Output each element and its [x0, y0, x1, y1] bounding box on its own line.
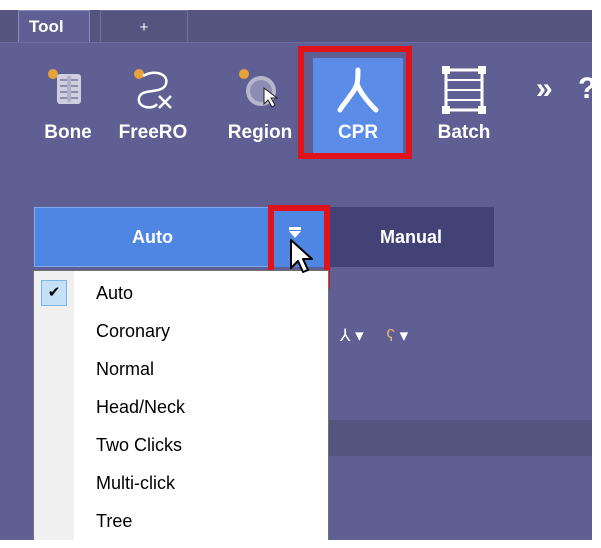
menu-item-label: Two Clicks	[96, 435, 183, 455]
tab-add[interactable]: +	[100, 10, 188, 42]
panel-divider-band	[328, 420, 592, 456]
bone-tool-label: Bone	[44, 122, 92, 143]
batch-tool-button[interactable]: Batch	[425, 58, 503, 158]
branch-tool-icon[interactable]: ⅄ ▾	[340, 326, 364, 345]
menu-item-coronary[interactable]: Coronary	[34, 314, 328, 350]
auto-mode-label: Auto	[132, 226, 173, 247]
more-tools-button[interactable]: »	[536, 72, 553, 106]
menu-item-label: Auto	[96, 283, 134, 303]
auto-mode-button[interactable]: Auto	[34, 207, 271, 267]
menu-item-two-clicks[interactable]: Two Clicks	[34, 428, 328, 464]
menu-item-label: Normal	[96, 359, 155, 379]
bone-tool-button[interactable]: Bone	[36, 58, 100, 158]
menu-item-tree[interactable]: Tree	[34, 504, 328, 540]
tab-tool[interactable]: Tool	[18, 10, 90, 42]
menu-item-label: Coronary	[96, 321, 171, 341]
bottom-margin	[0, 540, 601, 548]
help-button[interactable]: ?	[578, 72, 596, 106]
region-icon	[239, 69, 279, 108]
menu-item-normal[interactable]: Normal	[34, 352, 328, 388]
manual-mode-button[interactable]: Manual	[328, 207, 494, 267]
menu-item-multi-click[interactable]: Multi-click	[34, 466, 328, 502]
freero-tool-label: FreeRO	[118, 122, 188, 143]
menu-item-label: Tree	[96, 511, 133, 531]
region-tool-label: Region	[227, 122, 293, 143]
bone-icon	[48, 69, 81, 104]
freero-icon	[134, 69, 172, 109]
menu-item-label: Multi-click	[96, 473, 175, 493]
curve-tool-icon[interactable]: ʕ ▾	[386, 326, 426, 345]
mouse-cursor-icon	[290, 239, 313, 273]
mode-dropdown-menu: ✔ Auto Coronary Normal Head/Neck Two Cli…	[33, 270, 329, 548]
menu-item-auto[interactable]: ✔ Auto	[34, 276, 328, 312]
menu-item-head-neck[interactable]: Head/Neck	[34, 390, 328, 426]
cpr-highlight-box	[298, 46, 412, 159]
vessel-tools: ⅄ ▾ ʕ ▾	[340, 326, 444, 346]
menu-item-label: Head/Neck	[96, 397, 186, 417]
top-margin	[0, 0, 601, 10]
batch-tool-label: Batch	[437, 122, 491, 143]
check-icon: ✔	[41, 280, 67, 306]
tab-bar: Tool +	[0, 10, 592, 43]
freero-tool-button[interactable]: FreeRO	[113, 58, 193, 158]
batch-icon	[442, 66, 486, 114]
region-tool-button[interactable]: Region	[222, 58, 298, 158]
manual-mode-label: Manual	[379, 226, 442, 247]
